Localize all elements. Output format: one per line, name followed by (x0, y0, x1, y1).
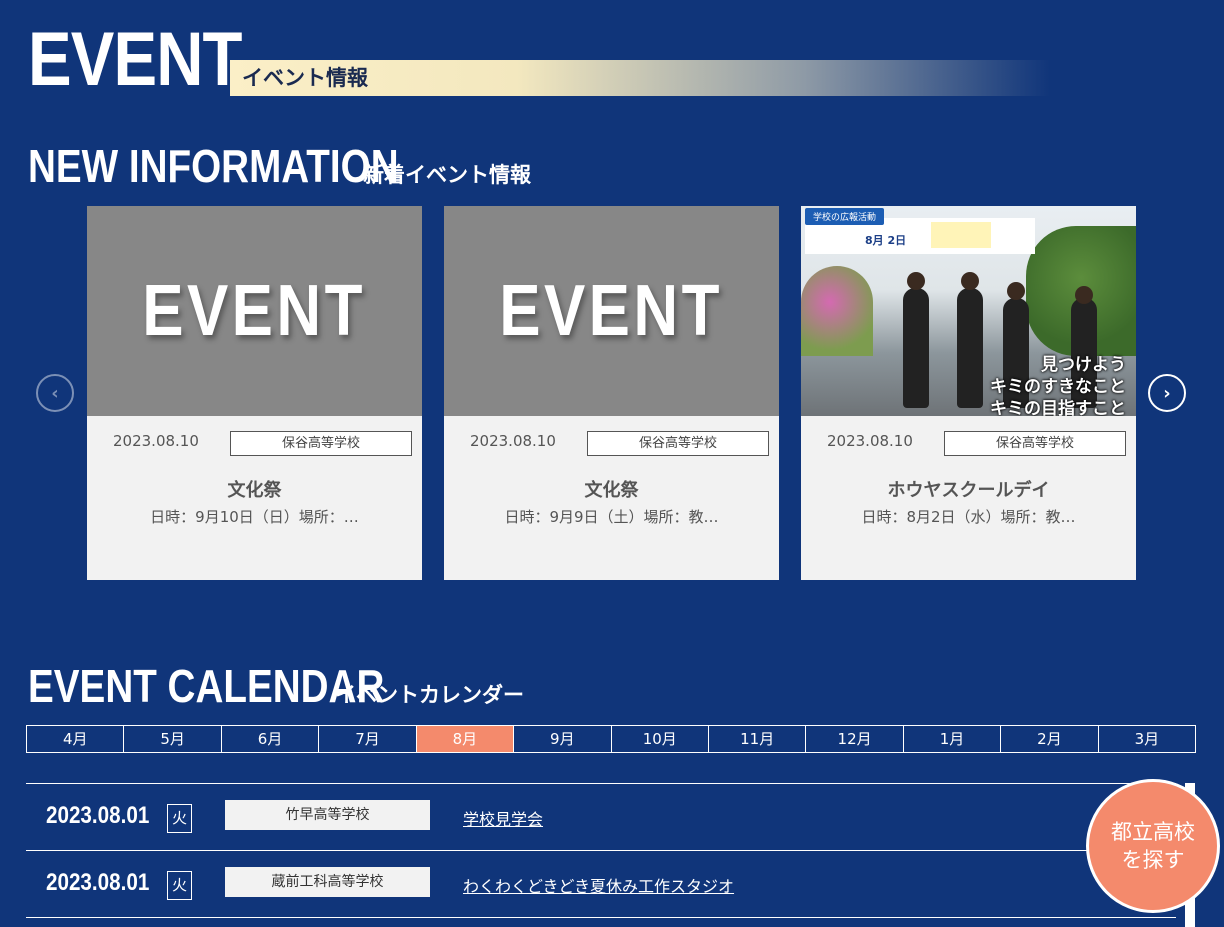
page-header: EVENT イベント情報 (28, 18, 1128, 102)
event-weekday: 火 (167, 871, 192, 900)
tab-month[interactable]: 10月 (612, 726, 709, 752)
event-date: 2023.08.01 (46, 802, 150, 829)
photo-tag: 学校の広報活動 (805, 208, 885, 225)
photo-head (1007, 282, 1025, 300)
photo-date: 8月 2日 (865, 234, 907, 247)
card-school-badge: 保谷高等学校 (587, 431, 769, 456)
card-description: 日時：9月9日（土）場所：教… (504, 508, 719, 526)
divider (26, 917, 1176, 918)
card-date: 2023.08.10 (470, 432, 556, 450)
card-title: 文化祭 (227, 480, 282, 501)
list-item: 2023.08.01 火 竹早高等学校 学校見学会 (26, 783, 1176, 850)
photo-head (961, 272, 979, 290)
chevron-right-icon: › (1163, 382, 1171, 404)
card-image: EVENT (444, 206, 779, 416)
event-card[interactable]: 学校の広報活動 8月 2日 見つけよう キミのすきなこと キミの目指すこと 20… (801, 206, 1136, 580)
tab-month[interactable]: 6月 (222, 726, 320, 752)
card-photo: 学校の広報活動 8月 2日 見つけよう キミのすきなこと キミの目指すこと (801, 206, 1136, 416)
page-title-en: EVENT (28, 17, 242, 102)
card-date: 2023.08.10 (113, 432, 199, 450)
event-date: 2023.08.01 (46, 869, 150, 896)
card-image: EVENT (87, 206, 422, 416)
photo-person (957, 288, 983, 408)
chevron-left-icon: ‹ (51, 382, 59, 404)
find-school-button[interactable]: 都立高校 を探す (1086, 779, 1220, 913)
tab-month[interactable]: 2月 (1001, 726, 1099, 752)
card-description: 日時：8月2日（水）場所：教… (861, 508, 1076, 526)
event-title-link[interactable]: 学校見学会 (463, 806, 543, 830)
tab-month[interactable]: 11月 (709, 726, 807, 752)
section-title-en: EVENT CALENDAR (28, 660, 385, 712)
event-list: 2023.08.01 火 竹早高等学校 学校見学会 2023.08.01 火 蔵… (26, 783, 1176, 918)
event-weekday: 火 (167, 804, 192, 833)
find-school-label-2: を探す (1121, 848, 1185, 872)
card-description: 日時：9月10日（日）場所：… (150, 508, 359, 526)
card-date: 2023.08.10 (827, 432, 913, 450)
event-school-badge: 竹早高等学校 (225, 800, 430, 830)
photo-person (903, 288, 929, 408)
event-title-link[interactable]: わくわくどきどき夏休み工作スタジオ (463, 873, 734, 897)
carousel-next-button[interactable]: › (1148, 374, 1186, 412)
find-school-label-1: 都立高校 (1111, 820, 1195, 844)
event-school-badge: 蔵前工科高等学校 (225, 867, 430, 897)
card-school-badge: 保谷高等学校 (230, 431, 412, 456)
section-title-en: NEW INFORMATION (28, 140, 399, 192)
calendar-heading: EVENT CALENDAR イベントカレンダー (28, 662, 524, 710)
tab-month[interactable]: 12月 (806, 726, 904, 752)
tab-month-active[interactable]: 8月 (416, 726, 515, 752)
event-card[interactable]: EVENT 2023.08.10 保谷高等学校 文化祭 日時：9月9日（土）場所… (444, 206, 779, 580)
list-item: 2023.08.01 火 蔵前工科高等学校 わくわくどきどき夏休み工作スタジオ (26, 850, 1176, 917)
card-title: 文化祭 (584, 480, 639, 501)
month-tabs: 4月 5月 6月 7月 8月 9月 10月 11月 12月 1月 2月 3月 (26, 725, 1196, 753)
carousel-prev-button[interactable]: ‹ (36, 374, 74, 412)
photo-head (1075, 286, 1093, 304)
tab-month[interactable]: 7月 (319, 726, 417, 752)
tab-month[interactable]: 9月 (514, 726, 612, 752)
tab-month[interactable]: 3月 (1099, 726, 1195, 752)
new-info-heading: NEW INFORMATION 新着イベント情報 (28, 142, 531, 190)
page-title-jp: イベント情報 (242, 66, 368, 90)
card-title: ホウヤスクールデイ (887, 480, 1050, 501)
tab-month[interactable]: 4月 (27, 726, 125, 752)
photo-catchcopy: 見つけよう キミのすきなこと キミの目指すこと (990, 355, 1126, 416)
photo-head (907, 272, 925, 290)
event-card[interactable]: EVENT 2023.08.10 保谷高等学校 文化祭 日時：9月10日（日）場… (87, 206, 422, 580)
photo-note (931, 222, 991, 248)
photo-bush (801, 266, 873, 356)
tab-month[interactable]: 1月 (904, 726, 1002, 752)
tab-month[interactable]: 5月 (124, 726, 222, 752)
card-school-badge: 保谷高等学校 (944, 431, 1126, 456)
event-carousel: EVENT 2023.08.10 保谷高等学校 文化祭 日時：9月10日（日）場… (0, 206, 1224, 580)
